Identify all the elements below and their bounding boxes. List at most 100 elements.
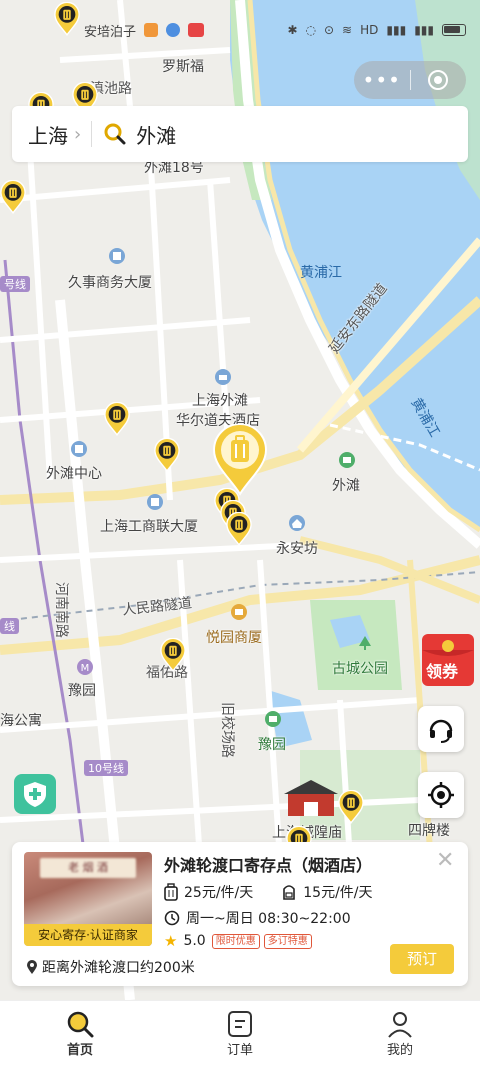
map-label-jiuxiao-road: 旧校场路 [219, 702, 235, 758]
svg-text:M: M [81, 663, 90, 674]
map-label-huangpu-river: 黄浦江 [300, 265, 342, 281]
storage-pin[interactable] [0, 180, 26, 214]
search-icon [104, 123, 126, 145]
notification-icon [144, 23, 159, 37]
poi-scenic-icon-2 [265, 711, 281, 727]
miniprogram-capsule: ••• [354, 61, 466, 99]
poi-building-icon [109, 248, 125, 264]
notification-icon-3 [188, 23, 205, 37]
map-label-yuyuan-mansion: 悦园商厦 [206, 630, 262, 646]
shield-plus-icon [24, 782, 46, 807]
map-label-gongshang: 上海工商联大厦 [100, 519, 198, 535]
poi-home-icon [289, 515, 305, 531]
clock-icon [164, 910, 180, 926]
tab-home-label: 首页 [66, 1043, 93, 1058]
search-input[interactable]: 外滩 [136, 120, 176, 149]
target-circle-icon [428, 70, 449, 90]
price-small: 15元/件/天 [303, 885, 373, 901]
rating-row: ★ 5.0 限时优惠 多订特惠 [164, 932, 312, 950]
notification-icon-2 [166, 23, 181, 37]
signal-icon: ▮▮▮ [386, 23, 407, 37]
certified-badge: 安心寄存·认证商家 [24, 924, 152, 946]
price-large: 25元/件/天 [184, 885, 254, 901]
book-button[interactable]: 预订 [390, 944, 454, 974]
storage-pin[interactable] [226, 512, 252, 546]
map-label-yongan: 永安坊 [276, 541, 318, 557]
bluetooth-icon: ✱ [287, 23, 298, 37]
poi-hotel-icon [215, 369, 231, 385]
storage-title: 外滩轮渡口寄存点（烟酒店） [164, 856, 373, 875]
location-pin-icon [26, 959, 38, 975]
tab-orders[interactable]: 订单 [160, 1001, 320, 1066]
status-bar: 安培泊子 ✱ ◌ ⊙ ≋ HD ▮▮▮ ▮▮▮ [0, 0, 480, 60]
city-selector[interactable]: 上海 [28, 120, 68, 149]
tab-home[interactable]: 首页 [0, 1001, 160, 1066]
map-label-haigong: 海公寓 [0, 713, 42, 729]
battery-icon [442, 24, 466, 36]
hd-label: HD [360, 23, 379, 37]
chevron-right-icon: › [74, 123, 82, 145]
distance-row: 距离外滩轮渡口约200米 [26, 957, 195, 977]
order-icon [228, 1011, 252, 1037]
storage-info-card[interactable]: 老 烟 酒 安心寄存·认证商家 外滩轮渡口寄存点（烟酒店） ✕ 25元/件/天 … [12, 842, 468, 986]
storage-photo: 老 烟 酒 安心寄存·认证商家 [24, 852, 152, 946]
coupon-button[interactable]: 领券 [420, 632, 480, 688]
price-row: 25元/件/天 15元/件/天 [164, 882, 373, 902]
storage-pin[interactable] [338, 790, 364, 824]
search-bar: 上海 › 外滩 [12, 106, 468, 162]
mute-icon: ◌ [305, 23, 316, 37]
storage-pin[interactable] [104, 402, 130, 436]
search-icon [67, 1011, 94, 1038]
tag-limited: 限时优惠 [211, 933, 260, 949]
tag-multi: 多订特惠 [263, 933, 312, 949]
search-divider [91, 121, 93, 147]
map-label-sipai: 四牌楼 [408, 823, 450, 839]
wifi-icon: ≋ [342, 23, 353, 37]
tab-profile[interactable]: 我的 [320, 1001, 480, 1066]
poi-metro-icon: M [77, 659, 93, 675]
poi-building-icon-3 [147, 494, 163, 510]
more-menu-button[interactable]: ••• [354, 61, 410, 99]
map-label-line-badge-2: 线 [0, 618, 19, 634]
poi-scenic-icon [339, 452, 355, 468]
map-label-bund-center: 外滩中心 [46, 466, 102, 482]
poi-park-icon [359, 636, 371, 650]
storage-pin[interactable] [160, 638, 186, 672]
map-label-yuyuan-station: 豫园 [68, 683, 96, 699]
rating-value: 5.0 [183, 933, 206, 949]
storage-pin[interactable] [154, 438, 180, 472]
signal-icon-2: ▮▮▮ [414, 23, 434, 37]
map-label-waldorf-1: 上海外滩 [192, 393, 248, 409]
bottom-tab-bar: 首页 订单 我的 [0, 1000, 480, 1066]
person-icon [388, 1012, 412, 1038]
hours-row: 周一~周日 08:30~22:00 [164, 908, 351, 928]
poi-temple-icon [284, 780, 338, 816]
crosshair-icon [428, 782, 454, 808]
business-hours: 周一~周日 08:30~22:00 [186, 911, 351, 927]
star-icon: ★ [164, 932, 178, 950]
distance-text: 距离外滩轮渡口约200米 [42, 960, 195, 976]
photo-sign: 老 烟 酒 [40, 858, 136, 878]
locate-me-button[interactable] [418, 772, 464, 818]
map-label-yuyuan: 豫园 [258, 737, 286, 753]
tab-profile-label: 我的 [386, 1043, 413, 1058]
map-label-henan-road: 河南南路 [53, 582, 69, 638]
customer-service-button[interactable] [418, 706, 464, 752]
map-label-bund: 外滩 [332, 478, 360, 494]
headset-icon [429, 719, 453, 743]
coupon-label: 领券 [426, 662, 459, 681]
map-label-jiushi: 久事商务大厦 [68, 275, 152, 291]
suitcase-icon [164, 883, 178, 901]
map-label-gucheng-park: 古城公园 [332, 661, 388, 677]
selected-storage-pin[interactable] [212, 424, 268, 496]
status-app-text: 安培泊子 [84, 24, 137, 40]
poi-building-icon-2 [71, 441, 87, 457]
location-icon: ⊙ [323, 23, 335, 37]
close-card-button[interactable]: ✕ [436, 848, 454, 873]
backpack-icon [281, 883, 297, 901]
map-label-line10: 10号线 [84, 760, 128, 776]
map-label-line-badge-1: 号线 [0, 276, 30, 292]
safety-shield-button[interactable] [14, 774, 56, 814]
poi-shop-icon [231, 604, 247, 620]
close-miniprogram-button[interactable] [410, 69, 466, 91]
